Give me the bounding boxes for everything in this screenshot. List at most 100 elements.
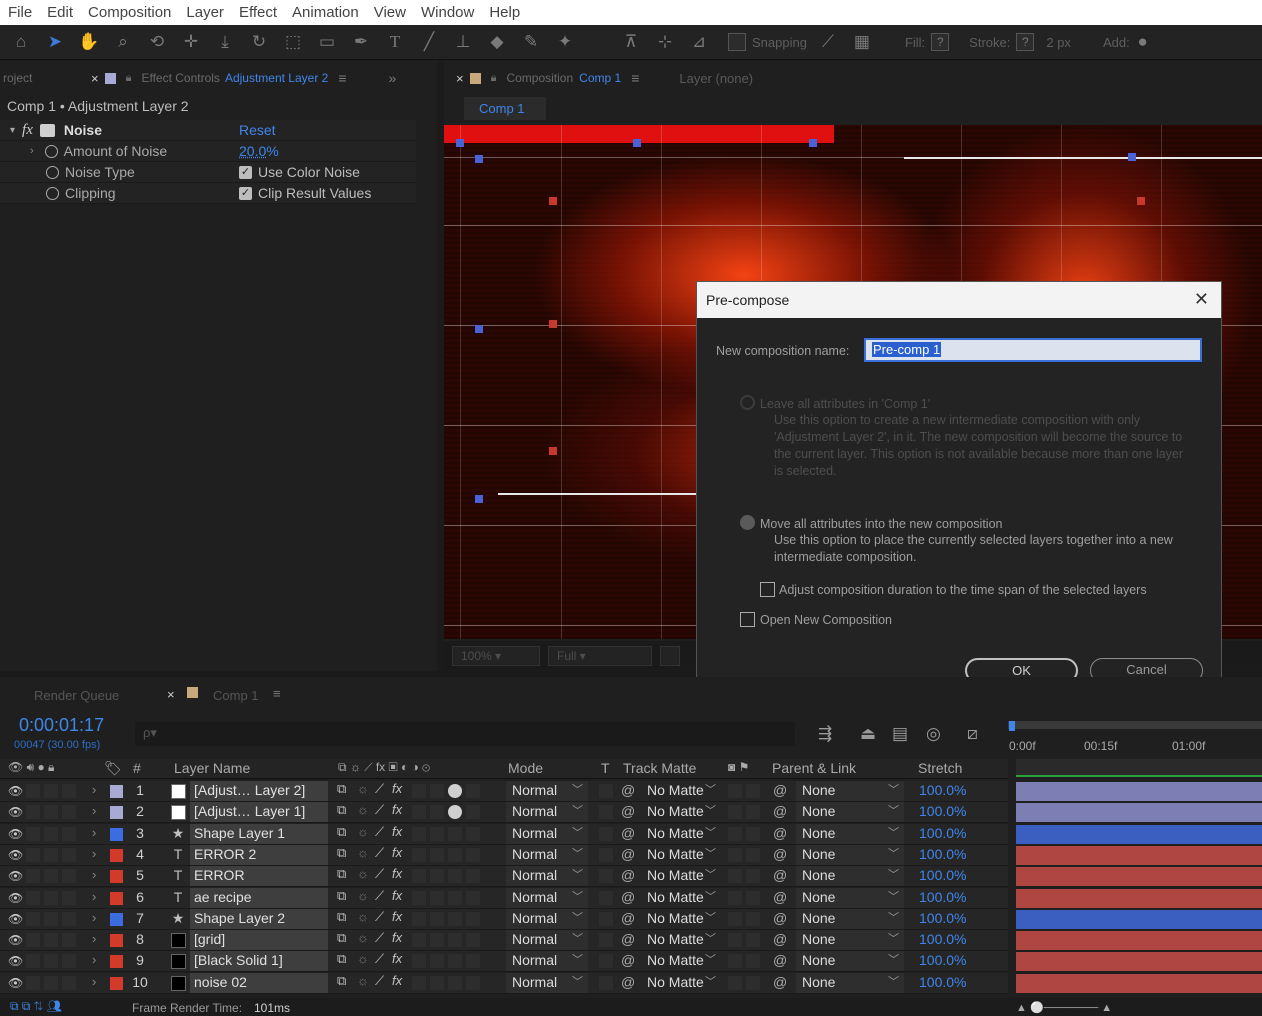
3d-layer-switch[interactable] — [466, 869, 480, 884]
parent-pickwhip-icon[interactable]: @ — [773, 782, 787, 798]
lock-toggle[interactable] — [62, 826, 76, 841]
solo-toggle[interactable] — [44, 847, 58, 862]
lock-toggle[interactable] — [62, 847, 76, 862]
layer-name[interactable]: [Black Solid 1] — [190, 951, 328, 972]
solo-toggle[interactable] — [44, 933, 58, 948]
preserve-transparency-toggle[interactable] — [599, 890, 613, 905]
matte-alpha-toggle[interactable] — [728, 784, 742, 798]
matte-alpha-toggle[interactable] — [728, 911, 742, 926]
3d-layer-switch[interactable] — [466, 805, 480, 820]
adjustment-layer-switch[interactable] — [448, 847, 462, 862]
menu-window[interactable]: Window — [413, 4, 481, 21]
av-features-icon[interactable]: 👁︎ 🔊︎ ● 🔒︎ — [8, 760, 54, 775]
menu-animation[interactable]: Animation — [284, 4, 366, 21]
3d-layer-switch[interactable] — [466, 890, 480, 905]
shy-switch-icon[interactable]: ⧉ — [337, 888, 346, 904]
visibility-eye-icon[interactable]: 👁︎ — [8, 869, 23, 883]
menu-help[interactable]: Help — [481, 4, 527, 21]
shy-switch-icon[interactable]: ⧉ — [337, 802, 346, 818]
blend-mode-dropdown[interactable]: Normal ﹀ — [506, 802, 588, 823]
layer-tab[interactable]: Layer (none) — [679, 71, 753, 86]
frame-blend-switch[interactable] — [412, 847, 426, 862]
pan-camera-icon[interactable]: ✛ — [178, 29, 204, 55]
preserve-transparency-toggle[interactable] — [599, 826, 613, 841]
adjust-duration-checkbox[interactable] — [760, 582, 775, 597]
layer-duration-bar[interactable] — [1016, 888, 1262, 908]
menu-effect[interactable]: Effect — [231, 4, 284, 21]
adjustment-layer-switch[interactable] — [448, 869, 462, 884]
matte-pickwhip-icon[interactable]: @ — [621, 974, 635, 990]
matte-pickwhip-icon[interactable]: @ — [621, 867, 635, 883]
lock-toggle[interactable] — [62, 911, 76, 926]
effects-switch-icon[interactable]: fx — [392, 824, 402, 839]
layer-row[interactable]: 👁︎ › 10 noise 02 ⧉ ☼ ⟋ fx Normal ﹀ @ No Matte ﹀ @ None… — [0, 972, 1008, 994]
layer-duration-bar[interactable] — [1016, 845, 1262, 865]
frame-blend-switch[interactable] — [412, 890, 426, 905]
label-color-swatch[interactable] — [110, 934, 123, 948]
parent-dropdown[interactable]: None ﹀ — [796, 802, 904, 823]
matte-alpha-toggle[interactable] — [728, 826, 742, 841]
expand-chevron-icon[interactable]: › — [92, 910, 96, 925]
expand-chevron-icon[interactable]: › — [92, 803, 96, 818]
switches-column-icons[interactable]: ⧉ ☼ ⟋ fx ▣ ◐ ◑ ⊙ — [338, 760, 430, 775]
matte-pickwhip-icon[interactable]: @ — [621, 889, 635, 905]
quality-switch-icon[interactable]: ⟋ — [375, 909, 384, 925]
parent-dropdown[interactable]: None ﹀ — [796, 930, 904, 951]
layer-handle[interactable] — [1137, 197, 1145, 205]
label-color-swatch[interactable] — [110, 785, 123, 798]
menu-view[interactable]: View — [366, 4, 413, 21]
blend-mode-dropdown[interactable]: Normal ﹀ — [506, 823, 588, 844]
effects-switch-icon[interactable]: fx — [392, 866, 402, 881]
home-icon[interactable]: ⌂ — [8, 29, 34, 55]
layer-handle[interactable] — [549, 197, 557, 205]
matte-pickwhip-icon[interactable]: @ — [621, 931, 635, 947]
panel-menu-icon[interactable]: ≡ — [338, 70, 346, 86]
composition-tab-label[interactable]: Composition — [506, 71, 573, 85]
track-matte-dropdown[interactable]: No Matte ﹀ — [641, 824, 721, 844]
composition-flowchart-icon[interactable]: ⇶ — [818, 724, 832, 744]
frame-blend-switch[interactable] — [412, 784, 426, 798]
align-left-icon[interactable]: ⊼ — [618, 29, 644, 55]
matte-invert-toggle[interactable] — [746, 890, 760, 905]
parent-pickwhip-icon[interactable]: @ — [773, 867, 787, 883]
layer-row[interactable]: 👁︎ › 1 [Adjust… Layer 2] ⧉ ☼ ⟋ fx Normal ﹀ @ No Mat… — [0, 781, 1008, 802]
lock-icon[interactable]: 🔒︎ — [126, 72, 132, 85]
matte-invert-toggle[interactable] — [746, 869, 760, 884]
audio-toggle[interactable] — [26, 975, 40, 990]
adjustment-layer-switch[interactable] — [448, 784, 462, 798]
shy-switch-icon[interactable]: ⧉ — [337, 781, 346, 797]
stroke-width-value[interactable]: 2 px — [1046, 35, 1071, 50]
matte-invert-toggle[interactable] — [746, 954, 760, 969]
3d-layer-switch[interactable] — [466, 975, 480, 990]
close-tab-icon[interactable]: × — [167, 687, 175, 702]
layer-row[interactable]: 👁︎ › 9 [Black Solid 1] ⧉ ☼ ⟋ fx Normal ﹀ @ No Matte… — [0, 951, 1008, 973]
matte-pickwhip-icon[interactable]: @ — [621, 782, 635, 798]
quality-switch-icon[interactable]: ⟋ — [375, 802, 384, 818]
layer-name[interactable]: ERROR 2 — [190, 844, 328, 865]
layer-duration-bar[interactable] — [1016, 782, 1262, 801]
time-ruler[interactable]: 0:00f 00:15f 01:00f — [1008, 721, 1262, 757]
layer-row[interactable]: 👁︎ › 7 ★ Shape Layer 2 ⧉ ☼ ⟋ fx Normal ﹀ @ No Matte ﹀… — [0, 908, 1008, 930]
snapshot-icon[interactable] — [660, 646, 680, 666]
matte-invert-toggle[interactable] — [746, 826, 760, 841]
align-center-icon[interactable]: ⊹ — [652, 29, 678, 55]
parent-pickwhip-icon[interactable]: @ — [773, 931, 787, 947]
matte-invert-toggle[interactable] — [746, 784, 760, 798]
quality-switch-icon[interactable]: ⟋ — [375, 824, 384, 840]
parent-dropdown[interactable]: None ﹀ — [796, 908, 904, 929]
layer-name[interactable]: [Adjust… Layer 1] — [190, 802, 328, 823]
matte-alpha-toggle[interactable] — [728, 954, 742, 969]
zoom-tool-icon[interactable]: ⌕ — [110, 29, 136, 55]
visibility-eye-icon[interactable]: 👁︎ — [8, 954, 23, 968]
shy-switch-icon[interactable]: ⧉ — [337, 866, 346, 882]
zoom-slider[interactable]: ▲ ⚪─────── ▲ — [1016, 1001, 1116, 1014]
menu-file[interactable]: File — [0, 4, 39, 21]
lock-toggle[interactable] — [62, 869, 76, 884]
expand-chevron-icon[interactable]: › — [30, 145, 34, 157]
effect-controls-tab-layer[interactable]: Adjustment Layer 2 — [225, 71, 328, 85]
track-matte-dropdown[interactable]: No Matte ﹀ — [641, 930, 721, 950]
stretch-value[interactable]: 100.0% — [919, 825, 966, 841]
matte-invert-toggle[interactable] — [746, 847, 760, 862]
add-property-icon[interactable]: ● — [1130, 29, 1156, 55]
stroke-swatch[interactable]: ? — [1016, 33, 1035, 51]
